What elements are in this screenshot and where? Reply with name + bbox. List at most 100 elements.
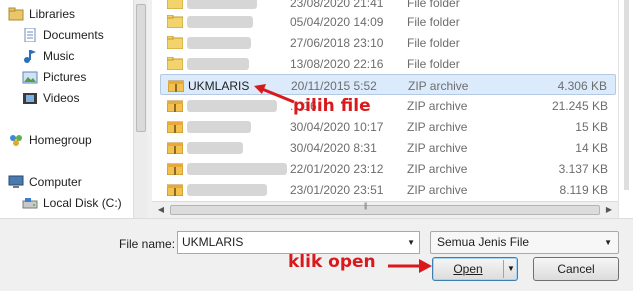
file-size: 4.306 KB [557, 79, 607, 93]
file-type: ZIP archive [407, 99, 468, 113]
redacted-file-name [187, 58, 249, 70]
nav-scrollbar[interactable] [133, 0, 147, 218]
filename-value: UKMLARIS [182, 235, 244, 249]
folder-icon [167, 15, 183, 28]
music-icon [24, 50, 36, 63]
file-name: UKMLARIS [188, 79, 250, 93]
zip-archive-icon [167, 184, 183, 196]
file-type: File folder [407, 57, 460, 71]
file-type: File folder [407, 0, 460, 10]
nav-item-local-disk[interactable]: Local Disk (C:) [22, 194, 122, 212]
cancel-button-label: Cancel [557, 262, 595, 276]
folder-icon [167, 36, 183, 49]
open-button-label: Open [453, 262, 483, 276]
split-divider [503, 260, 504, 278]
redacted-file-name [187, 0, 257, 9]
file-date: 23/08/2020 21:41 [290, 0, 384, 10]
file-date: 13/08/2020 22:16 [290, 57, 384, 71]
file-size: 21.245 KB [551, 99, 608, 113]
chevron-down-icon[interactable]: ▼ [407, 238, 415, 247]
nav-item-libraries[interactable]: Libraries [8, 5, 75, 23]
scroll-grip-icon: ||| [364, 203, 368, 210]
redacted-file-name [187, 121, 251, 133]
folder-icon [167, 57, 183, 70]
annotation-arrow-icon [254, 84, 295, 104]
zip-archive-icon [167, 100, 183, 112]
scroll-left-icon[interactable]: ◀ [155, 204, 167, 216]
zip-archive-icon [167, 142, 183, 154]
zip-archive-icon [167, 163, 183, 175]
file-row[interactable]: 13/08/2020 22:16 File folder [160, 53, 616, 74]
chevron-down-icon[interactable]: ▼ [604, 238, 612, 247]
nav-item-label: Local Disk (C:) [43, 196, 122, 210]
cancel-button[interactable]: Cancel [533, 257, 619, 281]
folder-icon [167, 0, 183, 9]
nav-item-label: Documents [43, 28, 104, 42]
nav-item-homegroup[interactable]: Homegroup [8, 131, 92, 149]
nav-item-pictures[interactable]: Pictures [22, 68, 86, 86]
file-row[interactable]: 30/04/2020 10:17 ZIP archive 15 KB [160, 116, 616, 137]
redacted-file-name [187, 16, 253, 28]
file-row[interactable]: 30/04/2020 8:31 ZIP archive 14 KB [160, 137, 616, 158]
file-size: 14 KB [575, 141, 608, 155]
file-row[interactable]: 05/04/2020 14:09 File folder [160, 11, 616, 32]
open-button[interactable]: Open ▼ [432, 257, 518, 281]
file-list: 23/08/2020 21:41 File folder 05/04/2020 14… [152, 0, 618, 218]
libraries-icon [8, 7, 24, 21]
nav-item-videos[interactable]: Videos [22, 89, 79, 107]
file-date: 22/01/2020 23:12 [290, 162, 384, 176]
computer-icon [8, 175, 24, 188]
file-size: 15 KB [575, 120, 608, 134]
file-type: ZIP archive [408, 79, 469, 93]
file-date: 05/04/2020 14:09 [290, 15, 384, 29]
file-type: File folder [407, 36, 460, 50]
file-row[interactable]: 23/01/2020 23:51 ZIP archive 8.119 KB [160, 179, 616, 200]
vertical-scrollbar[interactable] [618, 0, 633, 218]
filename-label: File name: [119, 237, 176, 251]
videos-icon [23, 93, 37, 104]
file-size: 8.119 KB [559, 183, 608, 197]
horizontal-scrollbar[interactable]: ◀ ||| ▶ [152, 201, 618, 218]
nav-item-computer[interactable]: Computer [8, 173, 82, 191]
homegroup-icon [10, 135, 22, 146]
documents-icon [24, 28, 36, 42]
nav-item-label: Videos [43, 91, 80, 105]
local-disk-icon [22, 198, 38, 209]
annotation-arrow-icon [388, 259, 432, 273]
navigation-pane: Libraries Documents Music Pictures Video… [0, 0, 133, 218]
scroll-right-icon[interactable]: ▶ [603, 204, 615, 216]
file-date: 30/04/2020 10:17 [290, 120, 384, 134]
nav-item-documents[interactable]: Documents [22, 26, 104, 44]
nav-scrollbar-thumb[interactable] [136, 4, 146, 132]
annotation-click-open: klik open [288, 252, 376, 272]
nav-item-label: Music [43, 49, 75, 63]
pictures-icon [22, 71, 38, 84]
nav-item-label: Pictures [43, 70, 87, 84]
horizontal-scrollbar-thumb[interactable] [170, 205, 600, 215]
file-type: File folder [407, 15, 460, 29]
file-type: ZIP archive [407, 120, 468, 134]
file-row[interactable]: 22/01/2020 23:12 ZIP archive 3.137 KB [160, 158, 616, 179]
file-type: ZIP archive [407, 162, 468, 176]
zip-archive-icon [168, 80, 184, 92]
filetype-select[interactable]: Semua Jenis File ▼ [430, 231, 619, 254]
file-size: 3.137 KB [558, 162, 608, 176]
file-row[interactable]: ...:16 ZIP archive 21.245 KB [160, 95, 616, 116]
file-type: ZIP archive [407, 141, 468, 155]
file-row[interactable]: UKMLARIS 20/11/2015 5:52 ZIP archive 4.306 … [160, 74, 616, 95]
annotation-pick-file: pilih file [293, 96, 371, 116]
file-date: 30/04/2020 8:31 [290, 141, 377, 155]
file-type: ZIP archive [407, 183, 468, 197]
nav-item-label: Libraries [29, 7, 76, 21]
chevron-down-icon[interactable]: ▼ [507, 258, 515, 280]
nav-item-music[interactable]: Music [22, 47, 74, 65]
filename-field[interactable]: UKMLARIS ▼ [177, 231, 420, 254]
file-row[interactable]: 27/06/2018 23:10 File folder [160, 32, 616, 53]
file-date: 27/06/2018 23:10 [290, 36, 384, 50]
file-date: 23/01/2020 23:51 [290, 183, 384, 197]
vertical-scrollbar-thumb[interactable] [624, 0, 629, 190]
redacted-file-name [187, 184, 267, 196]
zip-archive-icon [167, 121, 183, 133]
file-date: 20/11/2015 5:52 [291, 79, 377, 93]
filetype-value: Semua Jenis File [437, 235, 530, 249]
